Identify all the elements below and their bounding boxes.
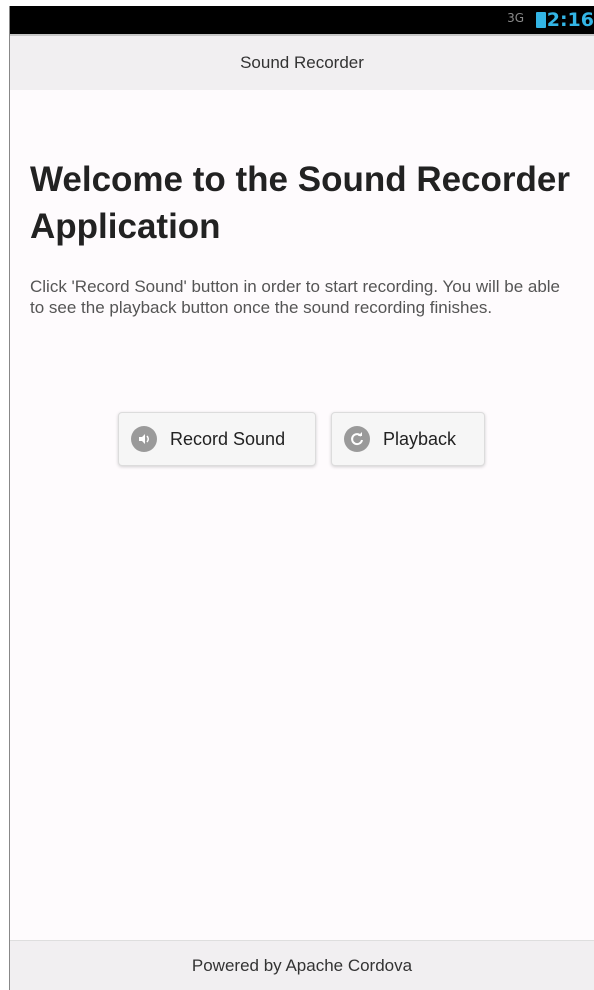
signal-icon: 3G: [507, 11, 524, 25]
header-title: Sound Recorder: [240, 53, 364, 72]
status-time: 2:16: [546, 9, 594, 31]
battery-icon: [536, 12, 546, 28]
app-screen: 3G 2:16 Sound Recorder Welcome to the So…: [10, 6, 594, 990]
main-content: Welcome to the Sound Recorder Applicatio…: [30, 156, 570, 318]
page-description: Click 'Record Sound' button in order to …: [30, 277, 561, 317]
playback-button[interactable]: Playback: [331, 412, 485, 466]
record-sound-label: Record Sound: [170, 428, 286, 449]
status-bar: 3G 2:16: [10, 6, 594, 34]
record-sound-button[interactable]: Record Sound: [118, 412, 316, 466]
speaker-icon: [131, 426, 157, 452]
playback-label: Playback: [383, 428, 457, 449]
refresh-icon: [344, 426, 370, 452]
app-header: Sound Recorder: [10, 34, 594, 90]
footer-text: Powered by Apache Cordova: [191, 955, 413, 975]
page-title: Welcome to the Sound Recorder Applicatio…: [30, 160, 570, 246]
app-footer: Powered by Apache Cordova: [10, 940, 594, 990]
